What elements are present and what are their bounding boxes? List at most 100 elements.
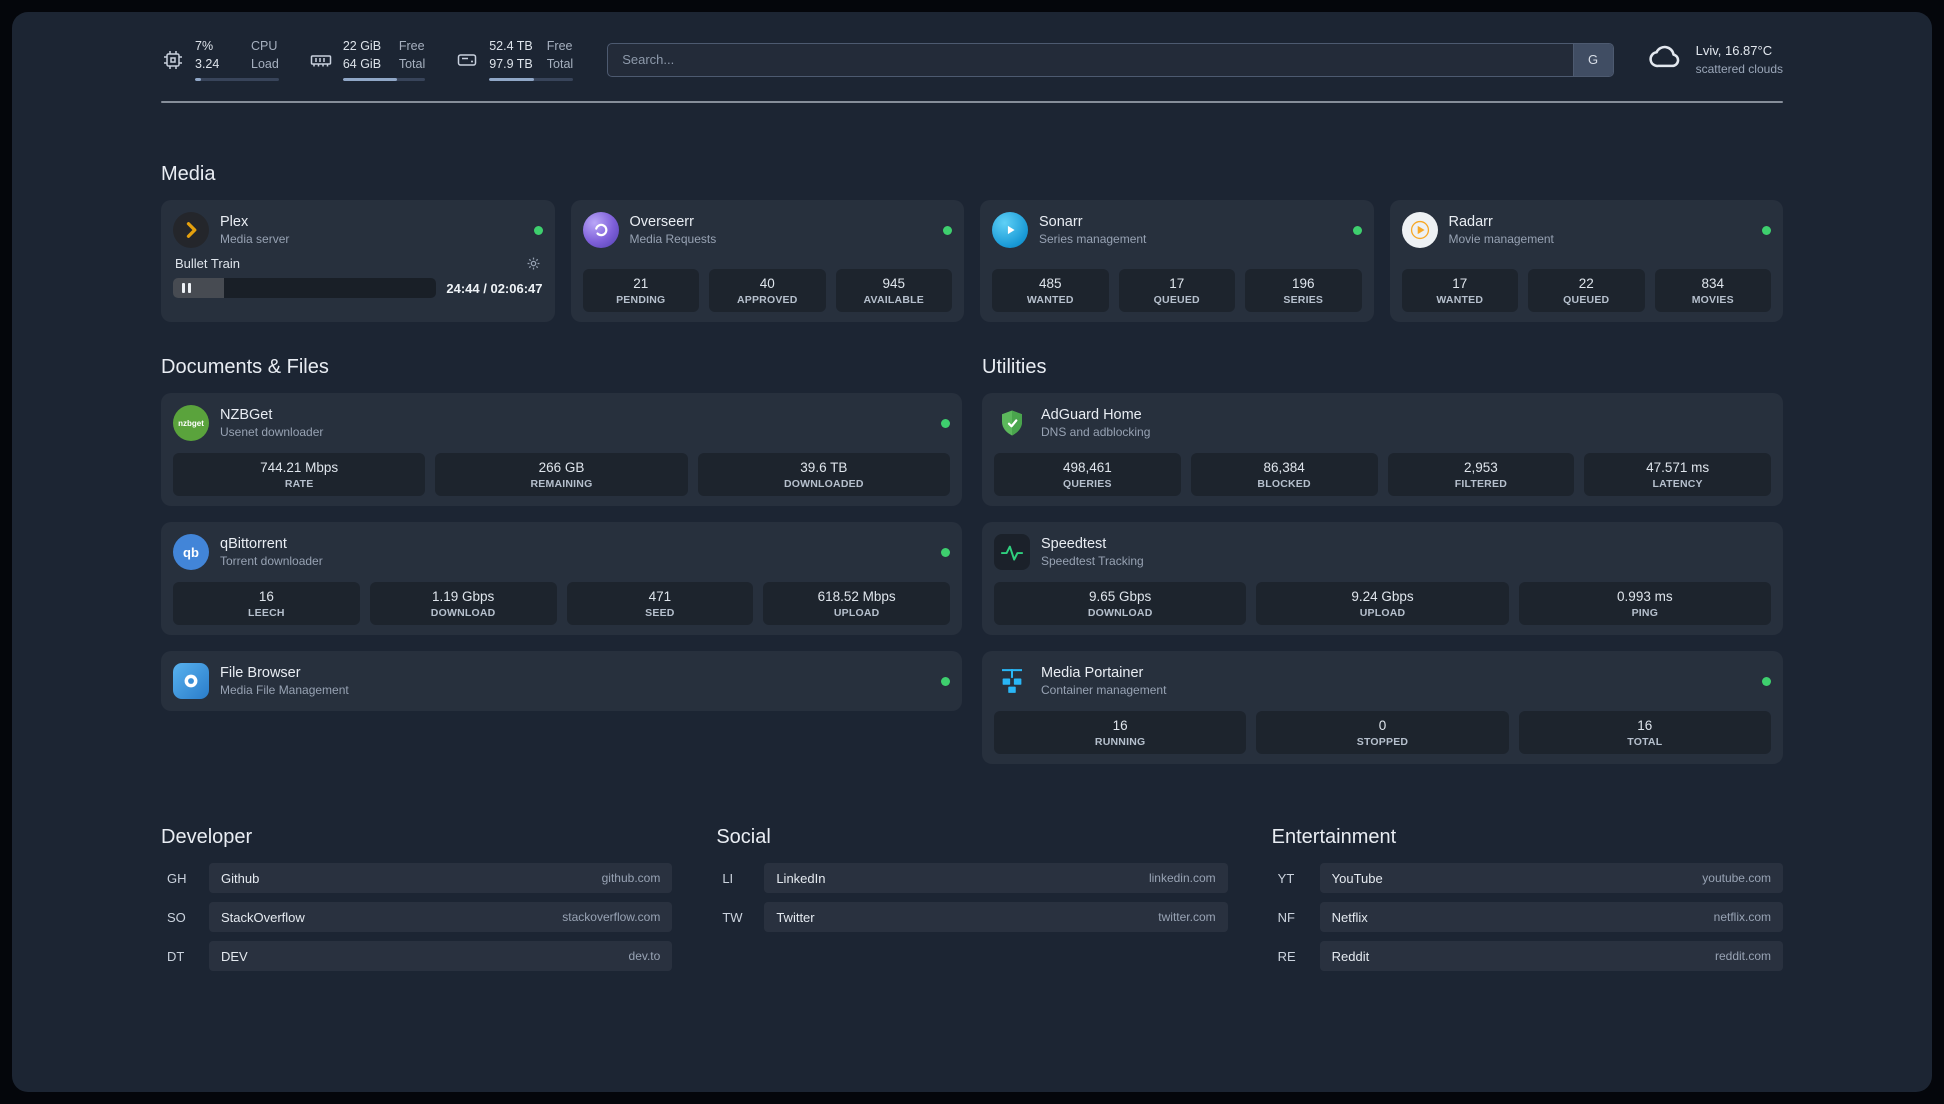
cpu-usage-value: 7% [195, 39, 214, 53]
service-subtitle: Torrent downloader [220, 554, 323, 568]
cloud-icon [1648, 43, 1684, 76]
service-card-sonarr[interactable]: Sonarr Series management 485 WANTED 17 Q… [980, 200, 1374, 322]
weather-location: Lviv, 16.87°C [1695, 42, 1773, 58]
memory-total-value: 64 GiB [342, 56, 382, 71]
bookmark-dev[interactable]: DT DEV dev.to [161, 941, 673, 971]
bookmark-github[interactable]: GH Github github.com [161, 863, 673, 893]
memory-icon [309, 48, 333, 72]
stat-download: 9.65 Gbps DOWNLOAD [994, 582, 1247, 625]
bookmark-name: LinkedIn [776, 870, 826, 886]
bookmark-abbr: DT [167, 948, 185, 964]
plex-icon [173, 212, 209, 248]
utilities-column: Utilities AdGuard Home DNS and adblockin… [982, 356, 1783, 764]
bookmark-youtube[interactable]: YT YouTube youtube.com [1272, 863, 1783, 893]
service-card-plex[interactable]: Plex Media server Bullet Train 24:44 / 0… [161, 200, 555, 322]
qbittorrent-icon: qb [173, 534, 209, 570]
service-name: NZBGet [220, 407, 273, 423]
bookmark-domain: dev.to [628, 949, 661, 963]
service-subtitle: Series management [1039, 232, 1147, 246]
service-card-speedtest[interactable]: Speedtest Speedtest Tracking 9.65 Gbps D… [982, 522, 1783, 635]
bookmark-domain: linkedin.com [1148, 871, 1216, 885]
top-bar: 7% 3.24 CPU Load 22 GiB 64 GiB Free Tota… [161, 12, 1783, 81]
disk-total-label: Total [546, 56, 574, 71]
service-name: Sonarr [1039, 214, 1083, 230]
speedtest-icon [994, 534, 1030, 570]
bookmark-netflix[interactable]: NF Netflix netflix.com [1272, 902, 1783, 932]
search-input[interactable] [608, 43, 1573, 76]
bookmark-reddit[interactable]: RE Reddit reddit.com [1272, 941, 1783, 971]
bookmark-twitter[interactable]: TW Twitter twitter.com [716, 902, 1228, 932]
memory-total-label: Total [398, 56, 426, 71]
bookmark-name: Github [221, 870, 260, 886]
bookmark-domain: stackoverflow.com [562, 910, 661, 924]
status-dot [941, 418, 950, 428]
memory-free-value: 22 GiB [342, 39, 382, 53]
service-card-qbittorrent[interactable]: qb qBittorrent Torrent downloader 16 LEE… [161, 522, 962, 635]
stat-latency: 47.571 ms LATENCY [1584, 453, 1771, 496]
documents-column: Documents & Files nzbget NZBGet Usenet d… [161, 356, 962, 711]
bookmark-linkedin[interactable]: LI LinkedIn linkedin.com [716, 863, 1228, 893]
radarr-icon [1401, 212, 1438, 248]
playback-time: 24:44 / 02:06:47 [446, 280, 543, 296]
bookmark-domain: netflix.com [1713, 910, 1771, 924]
cpu-load-label: Load [251, 56, 279, 71]
bookmark-domain: twitter.com [1158, 910, 1216, 924]
service-card-nzbget[interactable]: nzbget NZBGet Usenet downloader 744.21 M… [161, 393, 962, 506]
stat-queued: 17 QUEUED [1118, 269, 1235, 312]
service-name: Speedtest [1041, 536, 1107, 552]
status-dot [1762, 676, 1771, 686]
disk-total-value: 97.9 TB [489, 56, 533, 71]
stat-downloaded: 39.6 TB DOWNLOADED [697, 453, 950, 496]
stat-stopped: 0 STOPPED [1256, 711, 1509, 754]
stat-filtered: 2,953 FILTERED [1387, 453, 1575, 496]
stat-queued: 22 QUEUED [1528, 269, 1645, 312]
service-card-overseerr[interactable]: Overseerr Media Requests 21 PENDING 40 A… [570, 200, 964, 322]
bookmark-name: DEV [221, 948, 248, 964]
bookmark-domain: reddit.com [1714, 949, 1771, 963]
section-title-entertainment: Entertainment [1271, 826, 1397, 848]
service-name: Radarr [1448, 214, 1493, 230]
search-provider-button[interactable]: G [1572, 43, 1613, 76]
stat-queries: 498,461 QUERIES [994, 453, 1181, 496]
cpu-widget: 7% 3.24 CPU Load [161, 38, 279, 81]
bookmark-name: Twitter [776, 909, 815, 925]
pause-icon[interactable] [182, 283, 191, 293]
stat-total: 16 TOTAL [1518, 711, 1771, 754]
bookmark-domain: youtube.com [1702, 871, 1771, 885]
service-name: qBittorrent [220, 536, 287, 552]
status-dot [533, 225, 543, 235]
service-card-filebrowser[interactable]: File Browser Media File Management [161, 651, 962, 711]
bookmark-abbr: RE [1277, 948, 1296, 964]
stat-rate: 744.21 Mbps RATE [173, 453, 426, 496]
service-card-adguard[interactable]: AdGuard Home DNS and adblocking 498,461 … [982, 393, 1783, 506]
nzbget-icon: nzbget [173, 405, 209, 441]
service-subtitle: Media Requests [629, 232, 717, 246]
service-card-portainer[interactable]: Media Portainer Container management 16 … [982, 651, 1783, 764]
portainer-icon [994, 663, 1030, 699]
stat-leech: 16 LEECH [173, 582, 360, 625]
service-card-radarr[interactable]: Radarr Movie management 17 WANTED 22 QUE… [1389, 200, 1783, 322]
service-subtitle: Container management [1041, 683, 1167, 697]
bookmark-abbr: GH [167, 870, 187, 886]
stat-seed: 471 SEED [566, 582, 754, 625]
disk-free-value: 52.4 TB [489, 39, 533, 53]
sonarr-icon [992, 212, 1028, 248]
service-name: Overseerr [629, 214, 694, 230]
bookmark-group-social: Social LI LinkedIn linkedin.com TW Twitt… [716, 826, 1228, 971]
bookmark-stackoverflow[interactable]: SO StackOverflow stackoverflow.com [161, 902, 673, 932]
bookmark-abbr: YT [1277, 870, 1295, 886]
status-dot [941, 547, 950, 557]
stat-pending: 21 PENDING [582, 269, 699, 312]
search-bar: G [607, 42, 1614, 77]
stat-wanted: 485 WANTED [992, 269, 1109, 312]
playback-progress-bar[interactable] [173, 278, 437, 298]
service-subtitle: Usenet downloader [220, 425, 324, 439]
disk-free-label: Free [546, 39, 573, 53]
gear-icon[interactable] [526, 256, 541, 271]
bookmark-abbr: NF [1277, 909, 1295, 925]
memory-free-label: Free [398, 39, 425, 53]
bookmark-abbr: LI [722, 870, 734, 886]
section-title-developer: Developer [161, 826, 253, 848]
service-name: Media Portainer [1041, 665, 1144, 681]
resource-widgets: 7% 3.24 CPU Load 22 GiB 64 GiB Free Tota… [161, 38, 574, 81]
